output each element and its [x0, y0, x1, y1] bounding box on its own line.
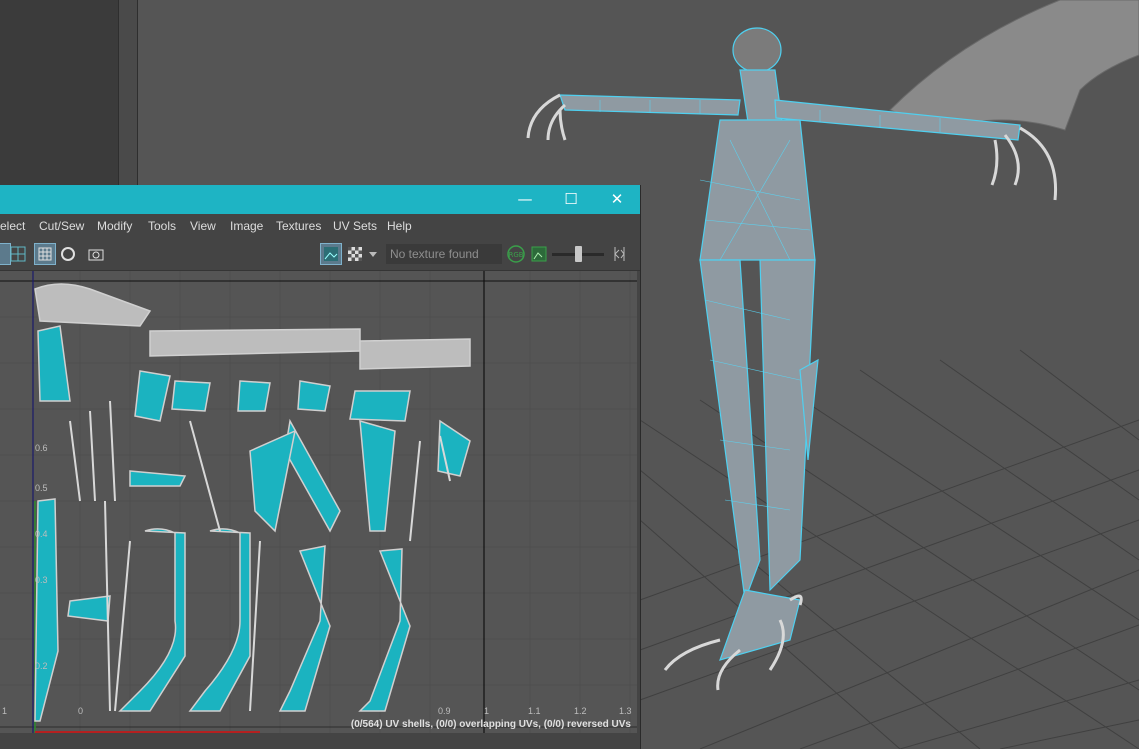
menu-textures[interactable]: Textures — [276, 219, 321, 233]
menu-help[interactable]: Help — [387, 219, 412, 233]
minimize-icon: — — [517, 190, 533, 208]
u-tick-neg-1: 1 — [2, 706, 8, 716]
menu-select[interactable]: elect — [0, 219, 25, 233]
panel-splitter[interactable] — [118, 0, 138, 185]
wing-mesh — [889, 0, 1139, 131]
snapshot-button[interactable] — [86, 244, 106, 264]
texture-border-button[interactable] — [58, 244, 78, 264]
image-display-button[interactable] — [320, 243, 342, 265]
uv-editor-window[interactable]: — ☐ ✕ elect Cut/Sew Modify Tools View Im… — [0, 185, 641, 749]
u-tick-1-2: 1.2 — [574, 706, 587, 716]
texture-field: No texture found — [386, 244, 502, 264]
checker-icon — [348, 247, 362, 261]
dropdown-icon — [369, 252, 377, 257]
uv-editor-titlebar[interactable]: — ☐ ✕ — [0, 185, 640, 214]
alpha-channel-button[interactable] — [529, 244, 549, 264]
floor-grid — [639, 349, 1139, 749]
close-button[interactable]: ✕ — [594, 185, 640, 214]
uv-grid-button[interactable] — [8, 244, 28, 264]
u-tick-1-3: 1.3 — [619, 706, 632, 716]
v-tick-0-5: 0.5 — [35, 483, 48, 493]
snapshot-icon — [88, 249, 104, 261]
menu-view[interactable]: View — [190, 219, 216, 233]
uv-status-text: (0/564) UV shells, (0/0) overlapping UVs… — [350, 719, 631, 730]
uv-canvas[interactable]: 0.6 0.5 0.4 0.3 0.2 1 0 0.9 1 1.1 1.2 1.… — [0, 271, 637, 733]
maximize-icon: ☐ — [564, 190, 578, 208]
uv-editor-menubar: elect Cut/Sew Modify Tools View Image Te… — [0, 214, 640, 238]
rgb-channel-button[interactable]: RGB — [506, 244, 526, 264]
close-icon: ✕ — [610, 190, 624, 208]
left-dock-panel — [0, 0, 118, 185]
u-tick-0: 0 — [78, 706, 84, 716]
exposure-slider-handle[interactable] — [575, 246, 582, 262]
maximize-button[interactable]: ☐ — [548, 185, 594, 214]
image-display-icon — [324, 247, 338, 261]
exposure-handle-button[interactable] — [612, 244, 628, 264]
uv-editor-toolbar: No texture found RGB — [0, 238, 640, 271]
v-tick-0-6: 0.6 — [35, 443, 48, 453]
u-tick-0-9: 0.9 — [438, 706, 451, 716]
exposure-handle-icon — [614, 247, 625, 261]
uv-window-bottom-border — [0, 733, 640, 749]
grid-icon — [38, 247, 52, 261]
rgb-channel-icon: RGB — [507, 245, 525, 263]
u-tick-1: 1 — [484, 706, 490, 716]
checker-dropdown[interactable] — [367, 244, 379, 264]
grid-toggle-button[interactable] — [34, 243, 56, 265]
menu-image[interactable]: Image — [230, 219, 263, 233]
menu-modify[interactable]: Modify — [97, 219, 132, 233]
menu-cut-sew[interactable]: Cut/Sew — [39, 219, 84, 233]
v-tick-0-4: 0.4 — [35, 529, 48, 539]
minimize-button[interactable]: — — [502, 185, 548, 214]
menu-uv-sets[interactable]: UV Sets — [333, 219, 377, 233]
rgb-label: RGB — [508, 251, 523, 259]
v-tick-0-2: 0.2 — [35, 661, 48, 671]
checker-button[interactable] — [345, 244, 365, 264]
alpha-channel-icon — [531, 246, 547, 262]
uv-layout — [0, 271, 637, 733]
uv-grid-icon — [10, 246, 26, 262]
v-tick-0-3: 0.3 — [35, 575, 48, 585]
u-tick-1-1: 1.1 — [528, 706, 541, 716]
menu-tools[interactable]: Tools — [148, 219, 176, 233]
texture-border-icon — [61, 247, 75, 261]
